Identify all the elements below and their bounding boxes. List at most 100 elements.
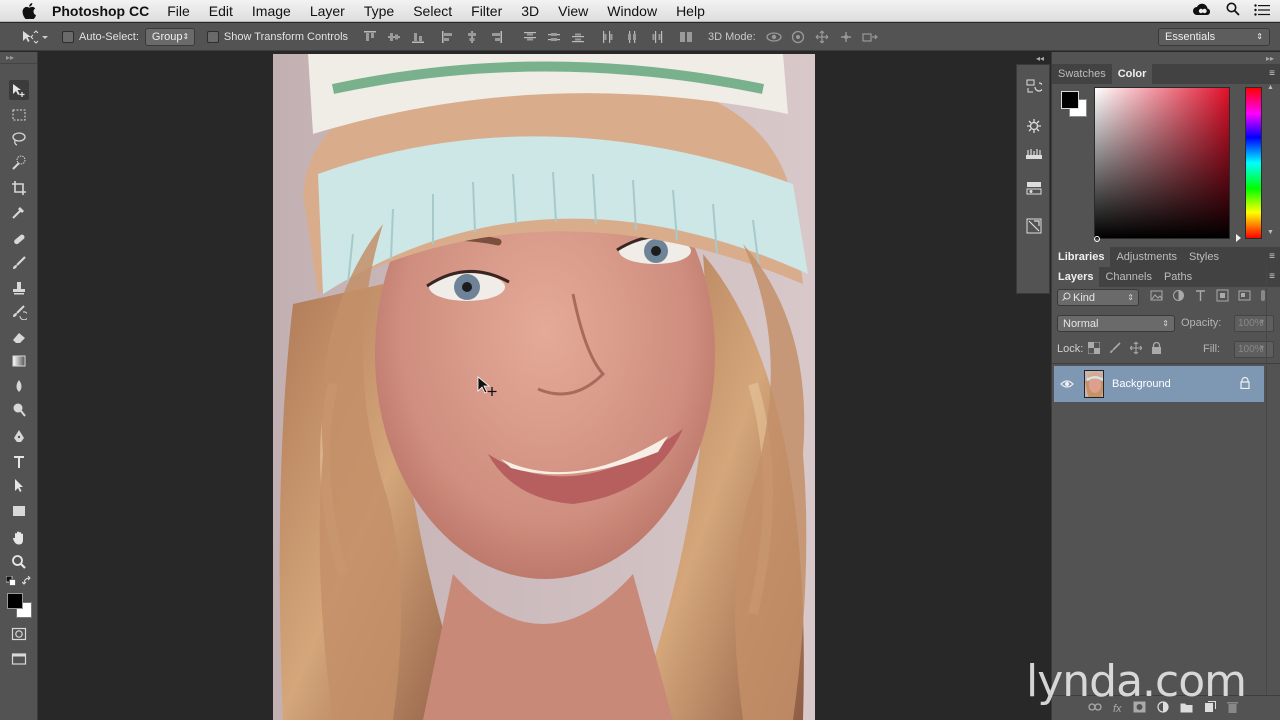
menu-file[interactable]: File bbox=[167, 3, 190, 19]
menu-edit[interactable]: Edit bbox=[209, 3, 233, 19]
auto-select-checkbox[interactable] bbox=[62, 30, 74, 43]
lock-all-icon[interactable] bbox=[1151, 341, 1162, 357]
panel-menu-icon[interactable]: ≡ bbox=[1269, 68, 1275, 79]
menu-view[interactable]: View bbox=[558, 3, 588, 19]
screen-mode-icon[interactable] bbox=[9, 649, 29, 669]
align-top-edges-icon[interactable] bbox=[362, 29, 378, 45]
layer-row-background[interactable]: Background bbox=[1054, 366, 1264, 402]
fill-dropdown-icon[interactable]: ▾ bbox=[1260, 343, 1264, 352]
move-tool-preset-icon[interactable] bbox=[22, 29, 48, 44]
distribute-right-icon[interactable] bbox=[648, 29, 664, 45]
tools-panel-grip[interactable]: ▸▸ bbox=[0, 52, 37, 64]
filter-shape-icon[interactable] bbox=[1216, 289, 1229, 305]
portrait-photo[interactable] bbox=[273, 54, 815, 720]
default-colors-icon[interactable] bbox=[5, 575, 16, 586]
clone-stamp-tool-icon[interactable] bbox=[9, 278, 29, 298]
layer-visibility-eye-icon[interactable] bbox=[1054, 379, 1080, 389]
filter-adjustment-icon[interactable] bbox=[1172, 289, 1185, 305]
scroll-up-icon[interactable]: ▲ bbox=[1267, 84, 1274, 91]
gradient-tool-icon[interactable] bbox=[9, 351, 29, 371]
filter-pixel-icon[interactable] bbox=[1150, 289, 1163, 305]
menu-3d[interactable]: 3D bbox=[521, 3, 539, 19]
quick-selection-tool-icon[interactable] bbox=[9, 153, 29, 173]
panel-menu-icon[interactable]: ≡ bbox=[1269, 271, 1275, 282]
tab-layers[interactable]: Layers bbox=[1052, 267, 1100, 287]
distribute-bottom-icon[interactable] bbox=[570, 29, 586, 45]
align-horizontal-centers-icon[interactable] bbox=[464, 29, 480, 45]
tab-color[interactable]: Color bbox=[1111, 64, 1153, 84]
menu-type[interactable]: Type bbox=[364, 3, 394, 19]
distribute-top-icon[interactable] bbox=[522, 29, 538, 45]
marquee-tool-icon[interactable] bbox=[9, 105, 29, 125]
document-canvas-area[interactable] bbox=[39, 52, 1014, 720]
tab-channels[interactable]: Channels bbox=[1099, 267, 1157, 287]
collapse-panels-icon[interactable]: ▸▸ bbox=[1266, 54, 1274, 63]
hand-tool-icon[interactable] bbox=[9, 528, 29, 548]
creative-cloud-icon[interactable] bbox=[1192, 2, 1212, 19]
lock-position-icon[interactable] bbox=[1129, 341, 1143, 357]
layer-thumbnail[interactable] bbox=[1084, 370, 1104, 398]
spotlight-search-icon[interactable] bbox=[1226, 2, 1240, 19]
transform-controls-checkbox[interactable] bbox=[206, 30, 219, 43]
path-selection-tool-icon[interactable] bbox=[9, 476, 29, 496]
pan-3d-icon[interactable] bbox=[814, 29, 830, 45]
opacity-dropdown-icon[interactable]: ▾ bbox=[1260, 317, 1264, 326]
align-left-edges-icon[interactable] bbox=[440, 29, 456, 45]
blend-mode-dropdown[interactable]: Normal ⇕ bbox=[1057, 315, 1175, 332]
pen-tool-icon[interactable] bbox=[9, 427, 29, 447]
app-name[interactable]: Photoshop CC bbox=[52, 3, 149, 19]
filter-type-icon[interactable] bbox=[1194, 289, 1207, 305]
quick-mask-icon[interactable] bbox=[9, 624, 29, 644]
layer-name[interactable]: Background bbox=[1112, 378, 1171, 390]
slide-3d-icon[interactable] bbox=[838, 29, 854, 45]
menu-image[interactable]: Image bbox=[252, 3, 291, 19]
align-bottom-edges-icon[interactable] bbox=[410, 29, 426, 45]
menu-select[interactable]: Select bbox=[413, 3, 452, 19]
color-panel-scroll[interactable]: ▲ ▼ bbox=[1266, 84, 1274, 239]
notification-center-icon[interactable] bbox=[1254, 3, 1270, 19]
align-vertical-centers-icon[interactable] bbox=[386, 29, 402, 45]
auto-select-dropdown[interactable]: Group ⇕ bbox=[144, 27, 195, 46]
filter-smart-object-icon[interactable] bbox=[1238, 289, 1251, 305]
distribute-horizontal-centers-icon[interactable] bbox=[624, 29, 640, 45]
auto-align-layers-icon[interactable] bbox=[678, 29, 694, 45]
brush-tool-icon[interactable] bbox=[9, 253, 29, 273]
roll-3d-icon[interactable] bbox=[790, 29, 806, 45]
workspace-dropdown[interactable]: Essentials ⇕ bbox=[1158, 27, 1270, 46]
panel-menu-icon[interactable]: ≡ bbox=[1269, 251, 1275, 262]
orbit-3d-icon[interactable] bbox=[766, 29, 782, 45]
color-field[interactable] bbox=[1094, 87, 1230, 239]
lock-transparent-pixels-icon[interactable] bbox=[1087, 341, 1101, 357]
menu-help[interactable]: Help bbox=[676, 3, 705, 19]
brush-presets-icon[interactable] bbox=[1025, 145, 1043, 163]
distribute-vertical-centers-icon[interactable] bbox=[546, 29, 562, 45]
paths-align-panel-icon[interactable] bbox=[1025, 217, 1043, 235]
apple-icon[interactable] bbox=[20, 2, 38, 20]
history-panel-icon[interactable] bbox=[1025, 77, 1043, 95]
scroll-down-icon[interactable]: ▼ bbox=[1267, 229, 1274, 236]
eyedropper-tool-icon[interactable] bbox=[9, 202, 29, 222]
menu-window[interactable]: Window bbox=[607, 3, 657, 19]
spot-healing-brush-icon[interactable] bbox=[9, 229, 29, 249]
blur-tool-icon[interactable] bbox=[9, 376, 29, 396]
menu-layer[interactable]: Layer bbox=[310, 3, 345, 19]
collapse-dock-icon[interactable]: ◂◂ bbox=[1036, 54, 1044, 63]
layer-filter-dropdown[interactable]: Kind ⇕ bbox=[1057, 289, 1139, 306]
foreground-color-swatch[interactable] bbox=[7, 593, 23, 609]
foreground-color-chip[interactable] bbox=[1061, 91, 1079, 109]
eraser-tool-icon[interactable] bbox=[9, 327, 29, 347]
move-tool-icon[interactable] bbox=[9, 80, 29, 100]
tab-libraries[interactable]: Libraries bbox=[1052, 247, 1111, 267]
tab-swatches[interactable]: Swatches bbox=[1052, 64, 1112, 84]
lock-image-pixels-icon[interactable] bbox=[1109, 342, 1121, 357]
layer-comps-icon[interactable] bbox=[1025, 179, 1043, 197]
opacity-input[interactable]: 100% bbox=[1234, 315, 1274, 332]
foreground-background-swatch[interactable] bbox=[7, 593, 33, 619]
align-right-edges-icon[interactable] bbox=[488, 29, 504, 45]
tab-paths[interactable]: Paths bbox=[1158, 267, 1198, 287]
zoom-tool-icon[interactable] bbox=[9, 552, 29, 572]
crop-tool-icon[interactable] bbox=[9, 178, 29, 198]
layers-scrollbar[interactable] bbox=[1266, 267, 1267, 707]
tab-adjustments[interactable]: Adjustments bbox=[1110, 247, 1183, 267]
hue-slider[interactable] bbox=[1245, 87, 1262, 239]
